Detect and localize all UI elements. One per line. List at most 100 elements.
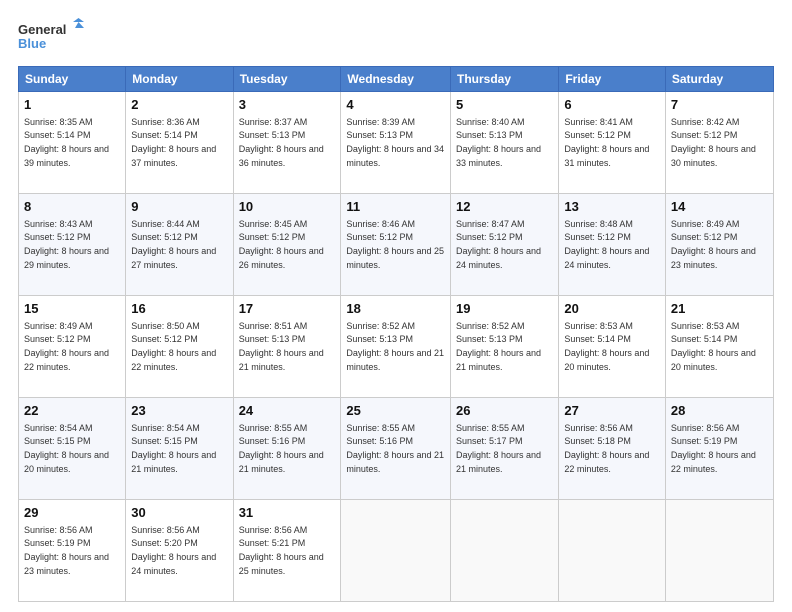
day-header-thursday: Thursday — [451, 67, 559, 92]
calendar-cell: 6 Sunrise: 8:41 AMSunset: 5:12 PMDaylight… — [559, 92, 666, 194]
calendar-cell: 11 Sunrise: 8:46 AMSunset: 5:12 PMDayligh… — [341, 194, 451, 296]
calendar-cell: 21 Sunrise: 8:53 AMSunset: 5:14 PMDayligh… — [665, 296, 773, 398]
day-info: Sunrise: 8:44 AMSunset: 5:12 PMDaylight:… — [131, 219, 216, 270]
day-info: Sunrise: 8:56 AMSunset: 5:19 PMDaylight:… — [671, 423, 756, 474]
day-info: Sunrise: 8:53 AMSunset: 5:14 PMDaylight:… — [671, 321, 756, 372]
logo-svg: General Blue — [18, 18, 88, 56]
day-info: Sunrise: 8:56 AMSunset: 5:20 PMDaylight:… — [131, 525, 216, 576]
day-number: 5 — [456, 96, 553, 114]
day-number: 14 — [671, 198, 768, 216]
svg-text:Blue: Blue — [18, 36, 46, 51]
day-info: Sunrise: 8:54 AMSunset: 5:15 PMDaylight:… — [131, 423, 216, 474]
day-info: Sunrise: 8:35 AMSunset: 5:14 PMDaylight:… — [24, 117, 109, 168]
day-number: 11 — [346, 198, 445, 216]
day-info: Sunrise: 8:55 AMSunset: 5:17 PMDaylight:… — [456, 423, 541, 474]
day-info: Sunrise: 8:56 AMSunset: 5:19 PMDaylight:… — [24, 525, 109, 576]
day-number: 13 — [564, 198, 660, 216]
day-info: Sunrise: 8:56 AMSunset: 5:18 PMDaylight:… — [564, 423, 649, 474]
calendar-cell: 2 Sunrise: 8:36 AMSunset: 5:14 PMDaylight… — [126, 92, 233, 194]
day-number: 25 — [346, 402, 445, 420]
day-info: Sunrise: 8:48 AMSunset: 5:12 PMDaylight:… — [564, 219, 649, 270]
day-info: Sunrise: 8:55 AMSunset: 5:16 PMDaylight:… — [346, 423, 444, 474]
day-number: 24 — [239, 402, 336, 420]
calendar-cell: 18Sunrise: 8:52 AMSunset: 5:13 PMDayligh… — [341, 296, 451, 398]
calendar-cell: 19 Sunrise: 8:52 AMSunset: 5:13 PMDayligh… — [451, 296, 559, 398]
day-info: Sunrise: 8:52 AMSunset: 5:13 PMDaylight:… — [456, 321, 541, 372]
calendar-cell — [341, 500, 451, 602]
day-info: Sunrise: 8:39 AMSunset: 5:13 PMDaylight:… — [346, 117, 444, 168]
svg-text:General: General — [18, 22, 66, 37]
day-number: 31 — [239, 504, 336, 522]
day-info: Sunrise: 8:43 AMSunset: 5:12 PMDaylight:… — [24, 219, 109, 270]
day-number: 30 — [131, 504, 227, 522]
day-header-sunday: Sunday — [19, 67, 126, 92]
day-number: 10 — [239, 198, 336, 216]
day-info: Sunrise: 8:51 AMSunset: 5:13 PMDaylight:… — [239, 321, 324, 372]
calendar-cell: 9Sunrise: 8:44 AMSunset: 5:12 PMDaylight… — [126, 194, 233, 296]
calendar-cell: 10 Sunrise: 8:45 AMSunset: 5:12 PMDayligh… — [233, 194, 341, 296]
day-number: 2 — [131, 96, 227, 114]
calendar-cell: 15 Sunrise: 8:49 AMSunset: 5:12 PMDayligh… — [19, 296, 126, 398]
day-number: 6 — [564, 96, 660, 114]
calendar-cell: 14 Sunrise: 8:49 AMSunset: 5:12 PMDayligh… — [665, 194, 773, 296]
day-number: 18 — [346, 300, 445, 318]
calendar-cell: 30 Sunrise: 8:56 AMSunset: 5:20 PMDayligh… — [126, 500, 233, 602]
calendar-cell: 26 Sunrise: 8:55 AMSunset: 5:17 PMDayligh… — [451, 398, 559, 500]
day-number: 23 — [131, 402, 227, 420]
day-header-tuesday: Tuesday — [233, 67, 341, 92]
day-info: Sunrise: 8:45 AMSunset: 5:12 PMDaylight:… — [239, 219, 324, 270]
day-number: 26 — [456, 402, 553, 420]
day-number: 20 — [564, 300, 660, 318]
calendar-cell: 24 Sunrise: 8:55 AMSunset: 5:16 PMDayligh… — [233, 398, 341, 500]
calendar-cell — [451, 500, 559, 602]
day-number: 27 — [564, 402, 660, 420]
day-info: Sunrise: 8:53 AMSunset: 5:14 PMDaylight:… — [564, 321, 649, 372]
day-info: Sunrise: 8:40 AMSunset: 5:13 PMDaylight:… — [456, 117, 541, 168]
day-info: Sunrise: 8:36 AMSunset: 5:14 PMDaylight:… — [131, 117, 216, 168]
calendar-cell: 3 Sunrise: 8:37 AMSunset: 5:13 PMDaylight… — [233, 92, 341, 194]
day-number: 3 — [239, 96, 336, 114]
day-number: 17 — [239, 300, 336, 318]
day-info: Sunrise: 8:47 AMSunset: 5:12 PMDaylight:… — [456, 219, 541, 270]
day-number: 1 — [24, 96, 120, 114]
day-number: 19 — [456, 300, 553, 318]
calendar-cell: 13 Sunrise: 8:48 AMSunset: 5:12 PMDayligh… — [559, 194, 666, 296]
calendar-cell: 20 Sunrise: 8:53 AMSunset: 5:14 PMDayligh… — [559, 296, 666, 398]
day-header-monday: Monday — [126, 67, 233, 92]
day-info: Sunrise: 8:37 AMSunset: 5:13 PMDaylight:… — [239, 117, 324, 168]
day-number: 4 — [346, 96, 445, 114]
day-number: 16 — [131, 300, 227, 318]
day-info: Sunrise: 8:50 AMSunset: 5:12 PMDaylight:… — [131, 321, 216, 372]
day-info: Sunrise: 8:56 AMSunset: 5:21 PMDaylight:… — [239, 525, 324, 576]
day-number: 22 — [24, 402, 120, 420]
day-info: Sunrise: 8:49 AMSunset: 5:12 PMDaylight:… — [671, 219, 756, 270]
calendar-cell: 27 Sunrise: 8:56 AMSunset: 5:18 PMDayligh… — [559, 398, 666, 500]
calendar-cell: 25 Sunrise: 8:55 AMSunset: 5:16 PMDayligh… — [341, 398, 451, 500]
day-info: Sunrise: 8:49 AMSunset: 5:12 PMDaylight:… — [24, 321, 109, 372]
day-number: 21 — [671, 300, 768, 318]
calendar-cell: 23 Sunrise: 8:54 AMSunset: 5:15 PMDayligh… — [126, 398, 233, 500]
calendar-cell: 28 Sunrise: 8:56 AMSunset: 5:19 PMDayligh… — [665, 398, 773, 500]
day-number: 15 — [24, 300, 120, 318]
day-number: 12 — [456, 198, 553, 216]
day-header-saturday: Saturday — [665, 67, 773, 92]
day-number: 29 — [24, 504, 120, 522]
calendar-cell: 1 Sunrise: 8:35 AMSunset: 5:14 PMDaylight… — [19, 92, 126, 194]
calendar-cell: 17 Sunrise: 8:51 AMSunset: 5:13 PMDayligh… — [233, 296, 341, 398]
calendar-cell — [665, 500, 773, 602]
calendar-cell: 7 Sunrise: 8:42 AMSunset: 5:12 PMDaylight… — [665, 92, 773, 194]
day-number: 28 — [671, 402, 768, 420]
day-info: Sunrise: 8:46 AMSunset: 5:12 PMDaylight:… — [346, 219, 444, 270]
day-info: Sunrise: 8:41 AMSunset: 5:12 PMDaylight:… — [564, 117, 649, 168]
day-number: 7 — [671, 96, 768, 114]
day-header-friday: Friday — [559, 67, 666, 92]
calendar-cell: 22 Sunrise: 8:54 AMSunset: 5:15 PMDayligh… — [19, 398, 126, 500]
day-info: Sunrise: 8:55 AMSunset: 5:16 PMDaylight:… — [239, 423, 324, 474]
day-number: 8 — [24, 198, 120, 216]
calendar-cell: 16 Sunrise: 8:50 AMSunset: 5:12 PMDayligh… — [126, 296, 233, 398]
calendar-cell — [559, 500, 666, 602]
calendar-table: SundayMondayTuesdayWednesdayThursdayFrid… — [18, 66, 774, 602]
day-info: Sunrise: 8:54 AMSunset: 5:15 PMDaylight:… — [24, 423, 109, 474]
day-info: Sunrise: 8:42 AMSunset: 5:12 PMDaylight:… — [671, 117, 756, 168]
logo: General Blue — [18, 18, 88, 56]
